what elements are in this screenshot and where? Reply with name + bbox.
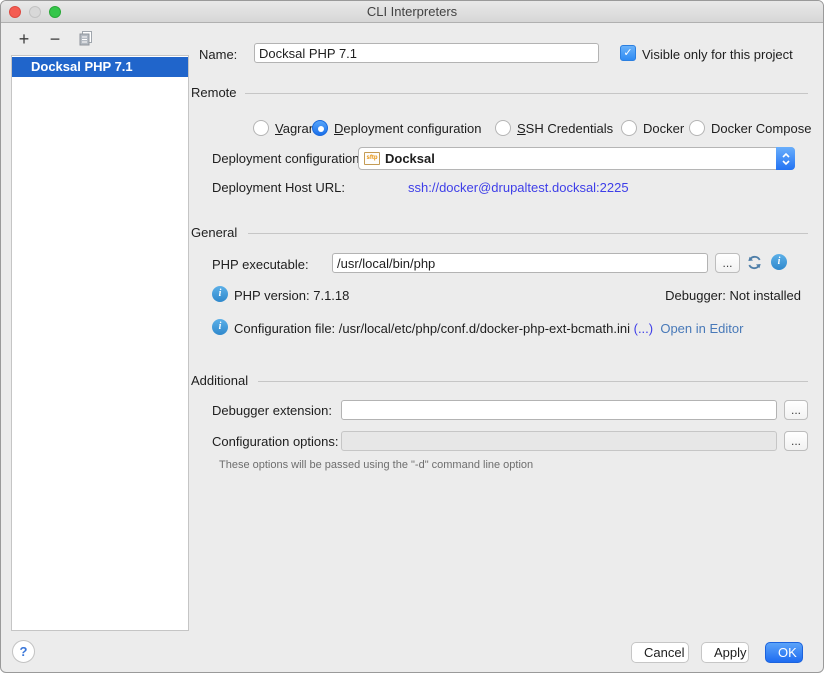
radio-ssh-credentials[interactable]	[495, 120, 511, 136]
config-file-text: Configuration file: /usr/local/etc/php/c…	[234, 321, 743, 336]
radio-docker-compose[interactable]	[689, 120, 705, 136]
radio-docker-compose-label[interactable]: Docker Compose	[711, 121, 811, 136]
help-button[interactable]: ?	[12, 640, 35, 663]
debugger-extension-browse-button[interactable]: ...	[784, 400, 808, 420]
php-executable-input[interactable]	[332, 253, 708, 273]
radio-docker[interactable]	[621, 120, 637, 136]
apply-button[interactable]: Apply	[701, 642, 749, 663]
sftp-icon: sftp	[364, 152, 380, 165]
additional-section-title: Additional	[191, 373, 248, 388]
debugger-extension-label: Debugger extension:	[212, 403, 332, 418]
show-phpinfo-icon[interactable]: i	[771, 254, 787, 270]
interpreter-list-toolbar: + −	[15, 30, 95, 48]
titlebar: CLI Interpreters	[1, 1, 823, 23]
visible-only-checkbox-label[interactable]: Visible only for this project	[642, 47, 793, 62]
window-title: CLI Interpreters	[1, 4, 823, 19]
deployment-host-url-value: ssh://docker@drupaltest.docksal:2225	[408, 180, 629, 195]
cli-interpreters-dialog: CLI Interpreters + − Docksal PHP 7.1 Nam…	[0, 0, 824, 673]
config-file-expand-link[interactable]: (...)	[634, 321, 654, 336]
php-version-text: PHP version: 7.1.18	[234, 288, 349, 303]
name-input[interactable]	[254, 43, 599, 63]
debugger-status-text: Debugger: Not installed	[665, 288, 801, 303]
copy-icon	[78, 30, 94, 49]
additional-section-divider	[258, 381, 808, 382]
php-executable-label: PHP executable:	[212, 257, 309, 272]
radio-vagrant[interactable]	[253, 120, 269, 136]
copy-interpreter-button[interactable]	[77, 30, 95, 48]
radio-ssh-credentials-label[interactable]: SSH Credentials	[517, 121, 613, 136]
list-item-docksal-php[interactable]: Docksal PHP 7.1	[12, 57, 188, 77]
ok-button[interactable]: OK	[765, 642, 803, 663]
visible-only-checkbox[interactable]: ✓	[620, 45, 636, 61]
deployment-configuration-value: Docksal	[385, 151, 435, 166]
debugger-extension-input[interactable]	[341, 400, 777, 420]
remote-section-title: Remote	[191, 85, 237, 100]
remote-section-divider	[245, 93, 808, 94]
deployment-configuration-select[interactable]: sftp Docksal	[358, 147, 795, 170]
interpreter-list: Docksal PHP 7.1	[11, 55, 189, 631]
configuration-options-label: Configuration options:	[212, 434, 338, 449]
php-executable-browse-button[interactable]: ...	[715, 253, 740, 273]
config-file-info-icon: i	[212, 319, 228, 335]
remove-interpreter-button[interactable]: −	[46, 30, 64, 48]
reload-phpinfo-icon[interactable]	[746, 254, 763, 274]
cancel-button[interactable]: Cancel	[631, 642, 689, 663]
general-section-divider	[248, 233, 808, 234]
radio-deployment-configuration-label[interactable]: Deployment configuration	[334, 121, 481, 136]
combobox-stepper-icon	[776, 147, 795, 170]
php-version-info-icon: i	[212, 286, 228, 302]
add-interpreter-button[interactable]: +	[15, 30, 33, 48]
general-section-title: General	[191, 225, 237, 240]
name-label: Name:	[199, 47, 237, 62]
options-hint-text: These options will be passed using the "…	[219, 459, 533, 471]
open-in-editor-link[interactable]: Open in Editor	[660, 321, 743, 336]
radio-docker-label[interactable]: Docker	[643, 121, 684, 136]
deployment-configuration-label: Deployment configuration:	[212, 151, 363, 166]
radio-deployment-configuration[interactable]	[312, 120, 328, 136]
deployment-host-url-label: Deployment Host URL:	[212, 180, 345, 195]
configuration-options-input	[341, 431, 777, 451]
configuration-options-browse-button[interactable]: ...	[784, 431, 808, 451]
